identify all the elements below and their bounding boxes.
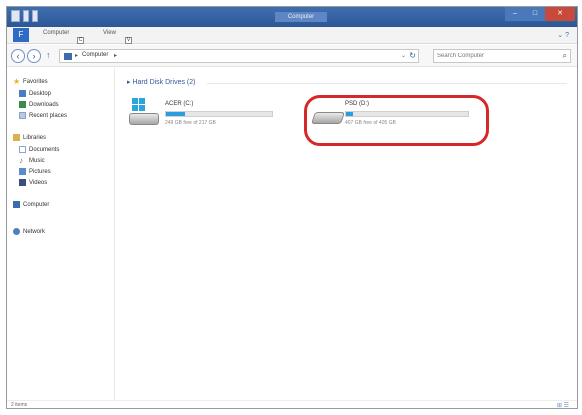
ribbon-tab-bar: F Computer View C V ⌄ ? <box>7 27 577 44</box>
computer-icon <box>64 53 72 60</box>
tab-view[interactable]: View <box>103 30 116 36</box>
nav-label: Music <box>29 157 45 164</box>
download-icon <box>19 101 26 108</box>
nav-favorites[interactable]: ★ Favorites <box>13 76 48 87</box>
close-button[interactable]: ✕ <box>545 7 575 21</box>
up-icon[interactable]: ↑ <box>46 50 51 60</box>
address-row: ‹ › ↑ ▸ Computer ▸ ⌄ ↻ ⌕ <box>7 45 577 67</box>
group-header-hard-disk-drives[interactable]: ▸ Hard Disk Drives (2) <box>127 78 195 86</box>
navigation-pane: ★ Favorites Desktop Downloads Recent pla… <box>7 68 115 400</box>
properties-icon[interactable] <box>23 10 29 22</box>
pictures-icon <box>19 168 26 175</box>
group-divider <box>207 83 567 84</box>
computer-icon <box>13 201 20 208</box>
address-bar[interactable]: ▸ Computer ▸ ⌄ ↻ <box>59 49 419 63</box>
refresh-icon[interactable]: ↻ <box>409 51 416 60</box>
explorer-window: Computer – □ ✕ F Computer View C V ⌄ ? ‹… <box>6 6 578 409</box>
nav-label: Network <box>23 228 46 235</box>
window-title: Computer <box>275 12 327 22</box>
search-input[interactable] <box>437 51 547 61</box>
nav-item-music[interactable]: ♪ Music <box>19 155 45 166</box>
drive-body <box>129 113 159 125</box>
windows-logo-icon <box>132 98 145 111</box>
quick-access-toolbar <box>11 10 38 22</box>
library-icon <box>13 134 20 141</box>
star-icon: ★ <box>13 77 21 86</box>
title-bar: Computer – □ ✕ <box>7 7 577 27</box>
nav-item-pictures[interactable]: Pictures <box>19 166 51 177</box>
windows-drive-icon <box>129 98 163 128</box>
breadcrumb-computer[interactable]: Computer <box>82 52 108 58</box>
drive-usage-fill <box>166 112 186 116</box>
chevron-down-icon[interactable]: ⌄ <box>401 52 406 59</box>
breadcrumb-arrow[interactable]: ▸ <box>114 52 117 59</box>
caption-buttons: – □ ✕ <box>505 7 575 21</box>
status-bar: 2 items ⊞ ☰ <box>7 400 577 408</box>
new-folder-icon[interactable] <box>32 10 38 22</box>
search-box[interactable]: ⌕ <box>433 49 571 63</box>
nav-label: Recent places <box>29 112 68 119</box>
highlight-ring <box>304 95 489 146</box>
desktop-icon <box>19 90 26 97</box>
minimize-button[interactable]: – <box>505 7 525 21</box>
recent-places-icon <box>19 112 26 119</box>
nav-item-downloads[interactable]: Downloads <box>19 99 59 110</box>
file-tab[interactable]: F <box>13 28 29 42</box>
keytip-computer: C <box>77 37 84 44</box>
drive-name: ACER (C:) <box>165 101 194 107</box>
item-count: 2 items <box>11 402 28 408</box>
nav-item-documents[interactable]: Documents <box>19 144 59 155</box>
maximize-button[interactable]: □ <box>525 7 545 21</box>
nav-computer[interactable]: Computer <box>13 199 49 210</box>
document-icon <box>19 146 26 153</box>
drive-free-space: 249 GB free of 217 GB <box>165 120 216 126</box>
back-button[interactable]: ‹ <box>11 49 25 63</box>
nav-item-recent-places[interactable]: Recent places <box>19 110 67 121</box>
keytip-view: V <box>125 37 132 44</box>
folder-icon[interactable] <box>11 10 20 22</box>
forward-button[interactable]: › <box>27 49 41 63</box>
drive-usage-bar <box>165 111 273 117</box>
nav-label: Pictures <box>29 168 51 175</box>
search-icon[interactable]: ⌕ <box>563 51 567 61</box>
help-icon[interactable]: ⌄ ? <box>557 31 569 39</box>
network-icon <box>13 228 20 235</box>
videos-icon <box>19 179 26 186</box>
drive-item-c[interactable]: ACER (C:) 249 GB free of 217 GB <box>129 98 279 134</box>
nav-label: Downloads <box>29 101 59 108</box>
nav-label: Desktop <box>29 90 52 97</box>
tab-computer[interactable]: Computer <box>43 30 69 36</box>
nav-item-videos[interactable]: Videos <box>19 177 47 188</box>
nav-label: Libraries <box>23 134 47 141</box>
breadcrumb-separator[interactable]: ▸ <box>75 52 78 59</box>
nav-label: Videos <box>29 179 48 186</box>
nav-network[interactable]: Network <box>13 226 45 237</box>
nav-libraries[interactable]: Libraries <box>13 132 46 143</box>
nav-label: Documents <box>29 146 60 153</box>
nav-label: Computer <box>23 201 50 208</box>
view-toggle-icons[interactable]: ⊞ ☰ <box>557 402 569 408</box>
music-icon: ♪ <box>19 156 23 165</box>
nav-item-desktop[interactable]: Desktop <box>19 88 51 99</box>
nav-label: Favorites <box>23 78 48 85</box>
